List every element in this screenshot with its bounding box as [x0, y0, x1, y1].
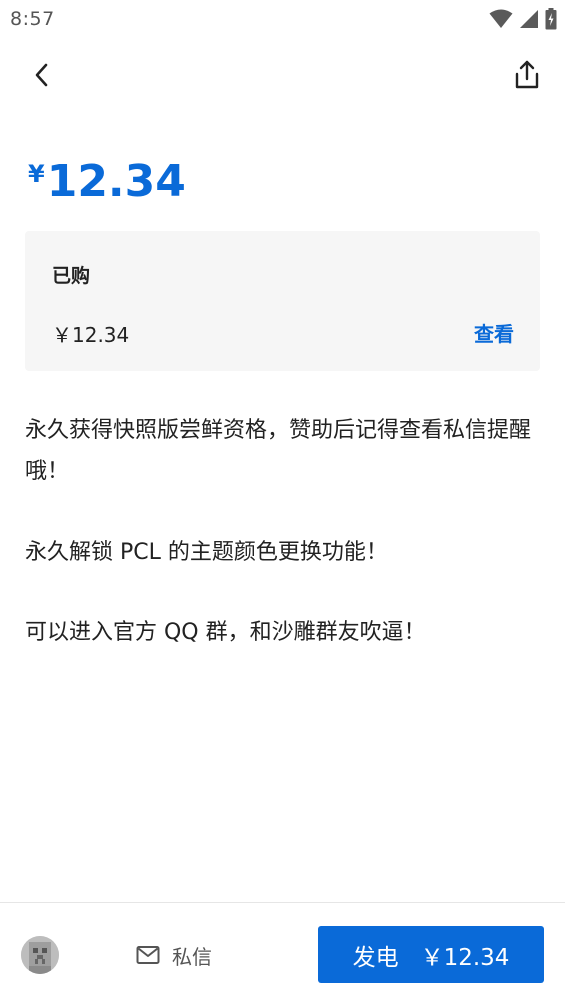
battery-icon [545, 8, 557, 30]
purchased-title: 已购 [52, 265, 91, 287]
avatar-image [21, 936, 59, 974]
description-line-3: 可以进入官方 QQ 群，和沙雕群友吹逼！ [25, 620, 426, 645]
share-button[interactable] [509, 50, 545, 100]
top-bar [0, 50, 565, 100]
status-icons [489, 8, 557, 30]
message-label: 私信 [172, 944, 212, 969]
description-line-2: 永久解锁 PCL 的主题颜色更换功能！ [25, 540, 388, 565]
message-button[interactable]: 私信 [136, 937, 212, 973]
purchased-price: ￥12.34 [52, 323, 130, 347]
signal-icon [520, 10, 538, 28]
purchased-card: 已购 ￥12.34 查看 [25, 231, 540, 371]
charge-label: 发电 [352, 944, 399, 971]
status-time: 8:57 [10, 8, 55, 30]
charge-price: ￥12.34 [420, 944, 510, 971]
price-amount: 12.34 [46, 156, 186, 207]
price-header: ¥ 12.34 [28, 152, 186, 212]
price-currency: ¥ [28, 160, 45, 188]
mail-icon [136, 946, 160, 964]
chevron-left-icon [35, 63, 48, 87]
wifi-icon [489, 9, 513, 28]
avatar[interactable] [21, 936, 59, 974]
charge-button[interactable]: 发电 ￥12.34 [318, 926, 544, 983]
share-icon [515, 60, 539, 89]
status-bar: 8:57 [0, 0, 565, 38]
description-line-1: 永久获得快照版尝鲜资格，赞助后记得查看私信提醒哦！ [25, 418, 532, 484]
back-button[interactable] [24, 50, 60, 100]
view-link[interactable]: 查看 [474, 318, 514, 347]
bottom-bar: 私信 发电 ￥12.34 [0, 902, 565, 1004]
